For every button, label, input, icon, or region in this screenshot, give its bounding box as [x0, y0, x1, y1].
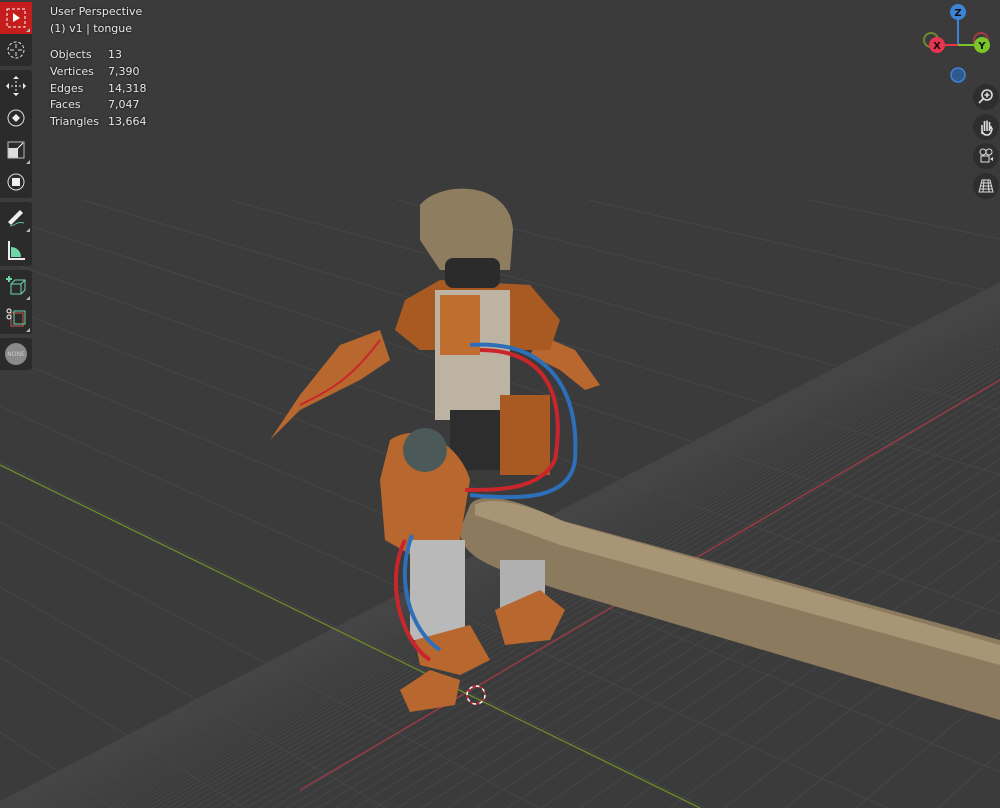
measure-tool[interactable]: [0, 234, 32, 266]
none-button[interactable]: NONE: [0, 338, 32, 370]
gizmo-neg-z: [950, 67, 966, 83]
pan-view-button[interactable]: [973, 114, 999, 140]
shear-tool[interactable]: [0, 302, 32, 334]
stat-label: Edges: [50, 81, 84, 95]
transform-icon: [7, 173, 25, 191]
none-label: NONE: [5, 343, 27, 365]
scene-statistics: Objects 13 Vertices 7,390 Edges 14,318 Face…: [50, 47, 147, 131]
stat-value: 13,664: [108, 115, 147, 129]
zoom-view-button[interactable]: [973, 84, 999, 110]
robot-model[interactable]: [270, 188, 600, 712]
stat-value: 14,318: [108, 81, 147, 95]
move-tool[interactable]: [0, 70, 32, 102]
rotate-icon: [7, 109, 25, 127]
orthographic-toggle-button[interactable]: [973, 173, 999, 199]
3d-viewport[interactable]: Z X Y: [0, 0, 1000, 808]
grid-line: [937, 751, 1000, 808]
select-box-icon: [6, 8, 26, 28]
grid-icon: [978, 179, 994, 193]
ruler-icon: [8, 241, 25, 260]
rotate-tool[interactable]: [0, 102, 32, 134]
scale-tool[interactable]: [0, 134, 32, 166]
add-cube-icon: [6, 276, 26, 295]
stat-value: 7,390: [108, 64, 140, 78]
grid-line: [808, 199, 1000, 240]
add-cube-tool[interactable]: [0, 270, 32, 302]
move-icon: [6, 76, 26, 96]
navigation-gizmo[interactable]: Z X Y: [923, 4, 990, 83]
svg-text:Y: Y: [977, 41, 986, 52]
pencil-icon: [8, 210, 25, 227]
view-title: User Perspective: [50, 5, 143, 18]
scale-icon: [7, 141, 25, 159]
viewport-info: User Perspective (1) v1 | tongue Objects…: [50, 3, 147, 131]
tool-shelf: NONE: [0, 2, 32, 374]
stat-label: Vertices: [50, 64, 94, 78]
zoom-in-icon: [978, 89, 993, 104]
camera-view-button[interactable]: [973, 143, 999, 169]
cursor-tool[interactable]: [0, 34, 32, 66]
camera-icon: [979, 148, 993, 163]
transform-tool[interactable]: [0, 166, 32, 198]
stat-label: Triangles: [50, 115, 99, 129]
view-context: (1) v1 | tongue: [50, 22, 133, 35]
stat-value: 13: [108, 48, 122, 61]
stat-value: 7,047: [108, 98, 140, 112]
stat-label: Objects: [50, 48, 92, 61]
stat-label: Faces: [50, 98, 81, 112]
annotate-tool[interactable]: [0, 202, 32, 234]
svg-text:X: X: [933, 41, 941, 52]
select-box-tool[interactable]: [0, 2, 32, 34]
scissors-icon: [6, 308, 26, 327]
hand-icon: [981, 120, 993, 136]
grid-line: [588, 199, 1000, 294]
svg-text:Z: Z: [954, 8, 961, 19]
cursor-icon: [7, 41, 25, 59]
